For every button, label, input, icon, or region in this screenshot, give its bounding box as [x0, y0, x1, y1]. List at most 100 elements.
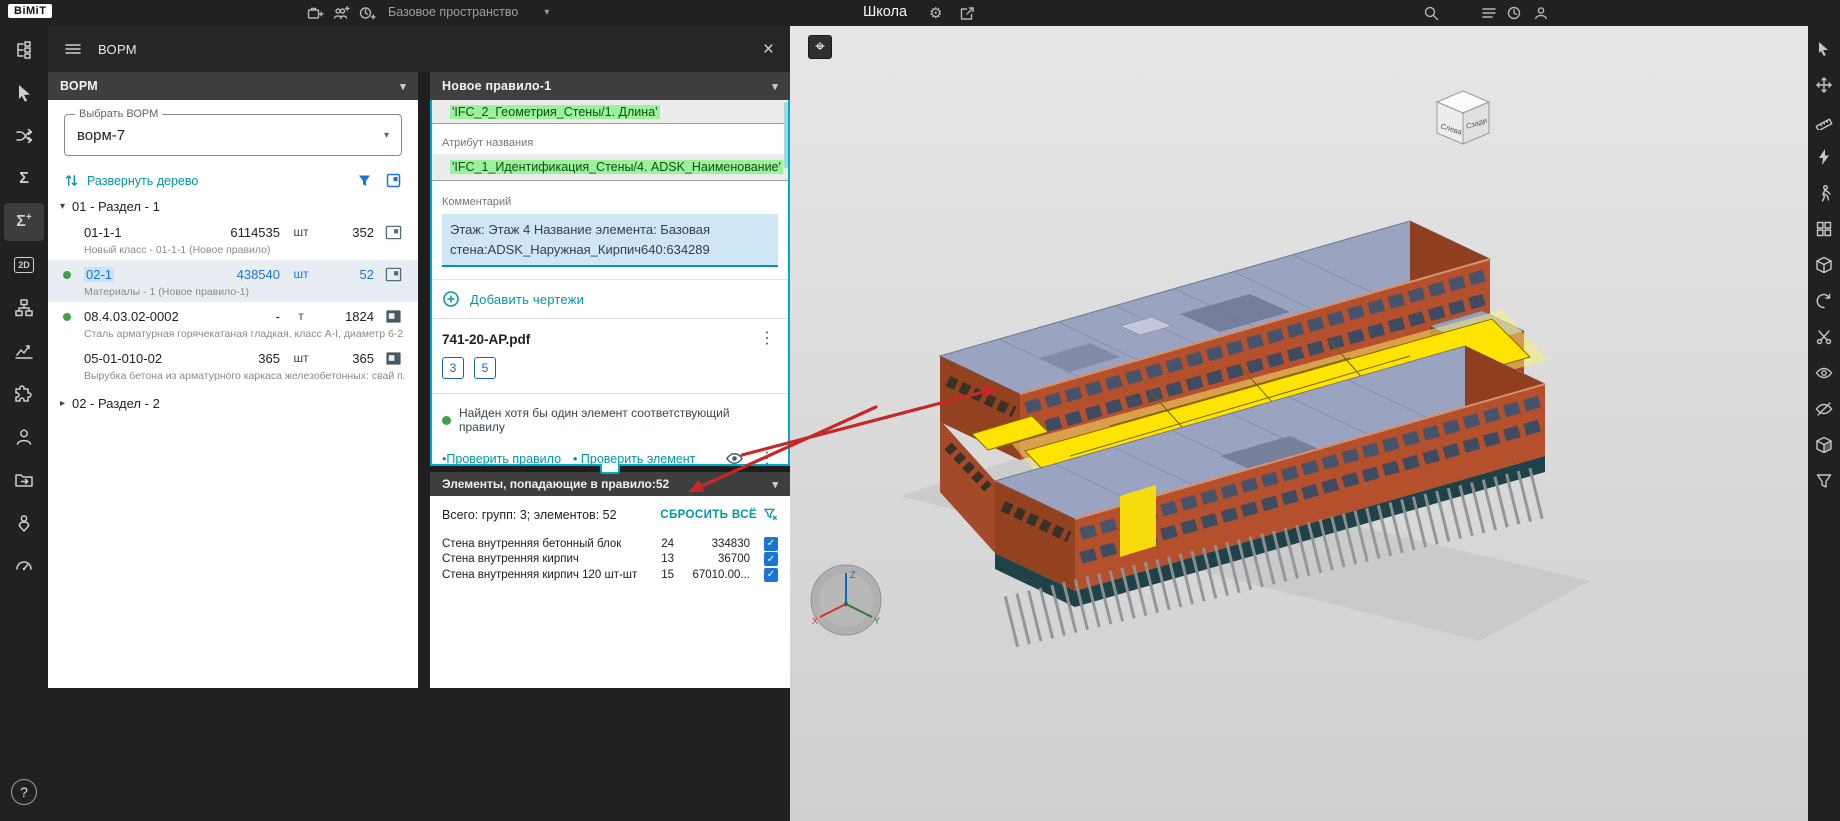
structure-tree-tool[interactable] [4, 31, 44, 69]
add-drawings-button[interactable]: Добавить чертежи [442, 290, 778, 308]
lightning-icon [1815, 148, 1833, 166]
history-button[interactable] [1505, 4, 1523, 22]
hide-element-tool[interactable] [1811, 396, 1837, 422]
user-location-tool[interactable] [4, 504, 44, 542]
view-cube[interactable]: Слева Сзади [1428, 82, 1500, 154]
users-tool[interactable] [4, 418, 44, 456]
vorm-panel: ВОРМ × ВОРМ ▾ Выбрать ВОРМ ворм-7 ▾ Разв… [48, 26, 790, 821]
card-drag-notch[interactable] [600, 464, 620, 474]
visibility-eye-icon[interactable] [725, 449, 744, 468]
grid-view-tool[interactable] [1811, 216, 1837, 242]
topbar: BiMiT Базовое пространство ▾ Школа ⚙ [0, 0, 1840, 26]
move-tool[interactable] [1811, 72, 1837, 98]
comment-line-1: Этаж: Этаж 4 Название элемента: Базовая [450, 220, 770, 240]
sum-plus-tool-active[interactable]: Σ+ [4, 203, 44, 241]
check-element-link[interactable]: • Проверить элемент [573, 452, 695, 466]
tree-group-2[interactable]: ▸ 02 - Раздел - 2 [48, 386, 418, 415]
elements-header[interactable]: Элементы, попадающие в правило:52 ▾ [430, 472, 790, 496]
length-field[interactable]: 'IFC_2_Геометрия_Стены/1. Длина' [432, 100, 788, 124]
sheet-filled-icon[interactable] [385, 350, 402, 367]
user-pin-icon [14, 513, 34, 533]
search-icon [1423, 5, 1439, 21]
rule-header[interactable]: Новое правило-1 ▾ [430, 72, 790, 100]
tree-row[interactable]: 01-1-1 6114535 шт 352 Новый класс - 01-1… [48, 218, 418, 260]
drawing-file-row[interactable]: 741-20-AP.pdf ⋮ [442, 331, 778, 347]
sheet-badge[interactable]: 3 [442, 357, 464, 379]
plugins-tool[interactable] [4, 375, 44, 413]
element-id: 334830 [674, 538, 750, 550]
profile-button[interactable] [1532, 4, 1550, 22]
element-checkbox[interactable]: ✓ [764, 568, 778, 582]
add-team-button[interactable] [332, 4, 351, 22]
sheet-badge[interactable]: 5 [474, 357, 496, 379]
layout-icon[interactable] [385, 172, 402, 189]
expand-tree-link[interactable]: Развернуть дерево [87, 174, 198, 188]
tree-group-1[interactable]: ▾ 01 - Раздел - 1 [48, 189, 418, 218]
orientation-gizmo[interactable]: Z X Y [806, 558, 886, 638]
2d-view-tool[interactable]: 2D [4, 246, 44, 284]
walkthrough-tool[interactable] [1811, 180, 1837, 206]
sheet-icon[interactable] [385, 266, 402, 283]
filter-model-tool[interactable] [1811, 468, 1837, 494]
menu-list-icon [1481, 5, 1497, 21]
element-row[interactable]: Стена внутренняя кирпич 120 шт-шт 15 670… [442, 567, 778, 583]
comment-field[interactable]: Этаж: Этаж 4 Название элемента: Базовая … [442, 214, 778, 267]
visibility-tool[interactable] [1811, 360, 1837, 386]
workspace-dropdown[interactable]: Базовое пространство ▾ [388, 5, 549, 19]
file-menu-button[interactable]: ⋮ [756, 331, 778, 347]
gear-icon: ⚙ [929, 5, 942, 22]
check-rule-link[interactable]: •Проверить правило [442, 452, 561, 466]
attr-field[interactable]: 'IFC_1_Идентификация_Стены/4. ADSK_Наиме… [432, 154, 788, 181]
row-unit: шт [280, 351, 322, 365]
share-button[interactable] [958, 4, 976, 22]
quick-actions-tool[interactable] [1811, 144, 1837, 170]
element-name: Стена внутренняя кирпич 120 шт-шт [442, 569, 640, 581]
measure-tool[interactable] [1811, 108, 1837, 134]
tree-section-header[interactable]: ВОРМ ▾ [48, 72, 418, 100]
element-checkbox[interactable]: ✓ [764, 537, 778, 551]
help-button[interactable]: ? [11, 779, 37, 805]
add-time-button[interactable] [358, 4, 377, 22]
scrollbar[interactable] [784, 102, 788, 168]
bimit-logo[interactable]: BiMiT [8, 4, 52, 18]
focus-model-button[interactable]: ⌖ [808, 35, 832, 59]
tree-row-selected[interactable]: 02-1 438540 шт 52 Материалы - 1 (Новое п… [48, 260, 418, 302]
filter-icon[interactable] [356, 172, 373, 189]
sum-tool[interactable]: Σ [4, 160, 44, 198]
eye-off-icon [1815, 400, 1833, 418]
menu-list-button[interactable] [1480, 4, 1498, 22]
chart-tool[interactable] [4, 332, 44, 370]
section-box-tool[interactable] [1811, 432, 1837, 458]
shuffle-icon [14, 126, 34, 146]
sheet-icon[interactable] [385, 224, 402, 241]
workspace-label: Базовое пространство [388, 5, 518, 19]
vorm-select[interactable]: Выбрать ВОРМ ворм-7 ▾ [64, 114, 402, 156]
vorm-select-value: ворм-7 [77, 127, 384, 144]
select-tool-right[interactable] [1811, 36, 1837, 62]
clock-add-icon [359, 5, 376, 21]
model-cube-tool[interactable] [1811, 252, 1837, 278]
search-button[interactable] [1422, 4, 1440, 22]
element-checkbox[interactable]: ✓ [764, 552, 778, 566]
gauge-tool[interactable] [4, 547, 44, 585]
actions-menu-button[interactable]: ⋮ [756, 451, 778, 467]
element-row[interactable]: Стена внутренняя кирпич 13 36700 ✓ [442, 552, 778, 568]
shared-folder-tool[interactable] [4, 461, 44, 499]
add-project-button[interactable] [306, 4, 325, 22]
refresh-view-tool[interactable] [1811, 288, 1837, 314]
select-tool[interactable] [4, 74, 44, 112]
hierarchy-tool[interactable] [4, 289, 44, 327]
tree-row[interactable]: 05-01-010-02 365 шт 365 Вырубка бетона и… [48, 344, 418, 386]
viewport-3d[interactable]: ⌖ Слева Сзади Z X Y [790, 26, 1808, 821]
close-panel-button[interactable]: × [763, 40, 774, 59]
element-name: Стена внутренняя кирпич [442, 553, 640, 565]
settings-button[interactable]: ⚙ [928, 5, 943, 23]
menu-icon[interactable] [64, 40, 82, 58]
sheet-filled-icon[interactable] [385, 308, 402, 325]
element-row[interactable]: Стена внутренняя бетонный блок 24 334830… [442, 536, 778, 552]
section-cut-tool[interactable] [1811, 324, 1837, 350]
connections-tool[interactable] [4, 117, 44, 155]
caret-down-icon: ▾ [384, 130, 389, 141]
tree-row[interactable]: 08.4.03.02-0002 - т 1824 Сталь арматурна… [48, 302, 418, 344]
reset-all-button[interactable]: СБРОСИТЬ ВСЁ [660, 507, 778, 522]
